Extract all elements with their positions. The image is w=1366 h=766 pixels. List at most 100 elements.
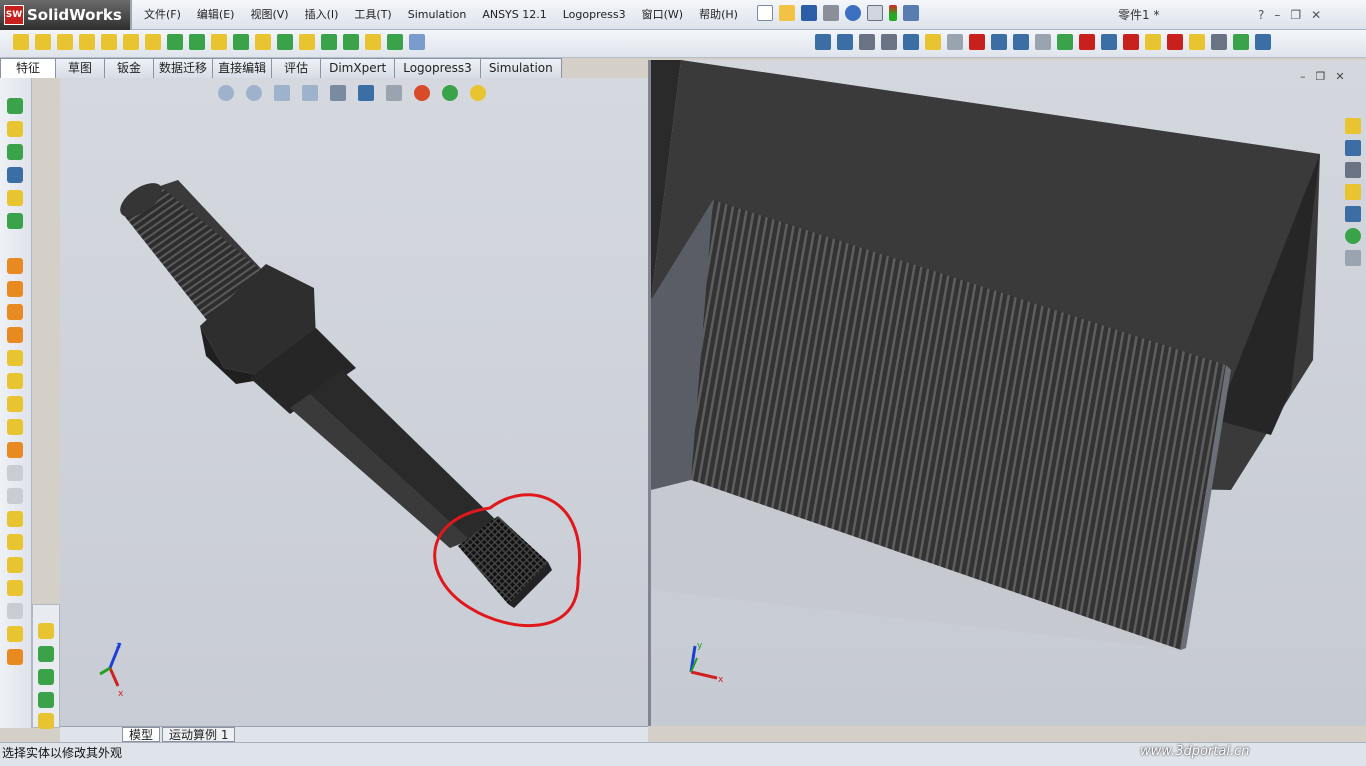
print-icon[interactable] <box>823 5 839 21</box>
viewport-minimize-button[interactable]: – <box>1300 70 1306 83</box>
shell-icon[interactable] <box>189 34 205 50</box>
section-properties-icon[interactable] <box>903 34 919 50</box>
curvature-icon[interactable] <box>1035 34 1051 50</box>
equations-icon[interactable] <box>969 34 985 50</box>
file-explorer-icon[interactable] <box>1345 162 1361 178</box>
menu-file[interactable]: 文件(F) <box>136 0 189 30</box>
menu-help[interactable]: 帮助(H) <box>691 0 746 30</box>
repair-icon[interactable] <box>7 580 23 596</box>
instant3d-icon[interactable] <box>365 34 381 50</box>
plane-icon[interactable] <box>7 442 23 458</box>
menu-tools[interactable]: 工具(T) <box>346 0 399 30</box>
interference-icon[interactable] <box>1057 34 1073 50</box>
tab-simulation[interactable]: Simulation <box>479 58 562 78</box>
viewport-left[interactable]: z x <box>60 78 648 726</box>
ref-axis-icon[interactable] <box>38 646 54 662</box>
custom-properties-icon[interactable] <box>1345 250 1361 266</box>
sweep-icon[interactable] <box>57 34 73 50</box>
menu-edit[interactable]: 编辑(E) <box>189 0 243 30</box>
mate-reference-icon[interactable] <box>38 713 54 729</box>
tab-motion-study[interactable]: 运动算例 1 <box>162 727 236 742</box>
tab-sketch[interactable]: 草图 <box>55 58 106 78</box>
menu-simulation[interactable]: Simulation <box>400 0 475 30</box>
search-icon[interactable] <box>1345 184 1361 200</box>
draft-analysis-icon[interactable] <box>1123 34 1139 50</box>
chamfer-icon[interactable] <box>145 34 161 50</box>
menu-view[interactable]: 视图(V) <box>242 0 296 30</box>
coordinate-system-icon[interactable] <box>38 669 54 685</box>
view-orientation-icon[interactable] <box>330 85 346 101</box>
thickness-icon[interactable] <box>1145 34 1161 50</box>
smart-dimension-icon[interactable] <box>7 121 23 137</box>
section-view-icon[interactable] <box>302 85 318 101</box>
draft-icon[interactable] <box>211 34 227 50</box>
reference-geometry-icon[interactable] <box>321 34 337 50</box>
sketch-tool-icon[interactable] <box>837 34 853 50</box>
deviation-icon[interactable] <box>1013 34 1029 50</box>
shaft-part[interactable] <box>114 176 552 608</box>
appearance-icon[interactable] <box>414 85 430 101</box>
helix-icon[interactable] <box>387 34 403 50</box>
resources-icon[interactable] <box>1345 118 1361 134</box>
convert-icon[interactable] <box>7 350 23 366</box>
zoomed-part[interactable] <box>651 60 1320 650</box>
tab-features[interactable]: 特征 <box>0 58 57 78</box>
offset-icon[interactable] <box>7 281 23 297</box>
spell-check-icon[interactable] <box>815 34 831 50</box>
appearances-icon[interactable] <box>1345 228 1361 244</box>
geometry-analysis-icon[interactable] <box>947 34 963 50</box>
ref-plane-icon[interactable] <box>38 623 54 639</box>
select-pointer-icon[interactable] <box>867 5 883 21</box>
menu-window[interactable]: 窗口(W) <box>634 0 691 30</box>
sigma-icon[interactable] <box>991 34 1007 50</box>
sketch-icon[interactable] <box>7 98 23 114</box>
rebuild-icon[interactable] <box>889 5 897 21</box>
realview-icon[interactable] <box>470 85 486 101</box>
viewport-close-button[interactable]: ✕ <box>1335 70 1344 83</box>
mirror-icon[interactable] <box>299 34 315 50</box>
rotate-icon[interactable] <box>7 419 23 435</box>
design-library-icon[interactable] <box>1345 140 1361 156</box>
more-tools-icon[interactable] <box>1255 34 1271 50</box>
restore-button[interactable]: ❐ <box>1290 8 1301 22</box>
new-document-icon[interactable] <box>757 5 773 21</box>
close-button[interactable]: ✕ <box>1311 8 1321 22</box>
warning-icon[interactable] <box>1189 34 1205 50</box>
part-view-svg[interactable]: z x <box>60 78 648 726</box>
zoom-view-svg[interactable]: x y <box>651 60 1366 726</box>
hide-show-icon[interactable] <box>386 85 402 101</box>
circle-icon[interactable] <box>7 190 23 206</box>
open-folder-icon[interactable] <box>779 5 795 21</box>
parting-line-icon[interactable] <box>1101 34 1117 50</box>
tab-dimxpert[interactable]: DimXpert <box>320 58 396 78</box>
tab-direct-editing[interactable]: 直接编辑 <box>212 58 273 78</box>
trim-icon[interactable] <box>7 304 23 320</box>
curves-icon[interactable] <box>343 34 359 50</box>
rapid-sketch-icon[interactable] <box>7 649 23 665</box>
extend-icon[interactable] <box>7 327 23 343</box>
point-icon[interactable] <box>7 488 23 504</box>
hole-wizard-icon[interactable] <box>233 34 249 50</box>
display-style-icon[interactable] <box>358 85 374 101</box>
quick-snaps-icon[interactable] <box>7 626 23 642</box>
spline-icon[interactable] <box>7 167 23 183</box>
tab-sheet-metal[interactable]: 钣金 <box>104 58 155 78</box>
viewport-restore-button[interactable]: ❐ <box>1316 70 1326 83</box>
measure-icon[interactable] <box>859 34 875 50</box>
undercut-icon[interactable] <box>1079 34 1095 50</box>
fillet-icon[interactable] <box>123 34 139 50</box>
font-icon[interactable] <box>1211 34 1227 50</box>
menu-logopress[interactable]: Logopress3 <box>555 0 634 30</box>
previous-view-icon[interactable] <box>274 85 290 101</box>
tab-model[interactable]: 模型 <box>122 727 161 742</box>
arc-icon[interactable] <box>7 213 23 229</box>
dome-icon[interactable] <box>255 34 271 50</box>
tab-data-migration[interactable]: 数据迁移 <box>153 58 214 78</box>
line-icon[interactable] <box>7 144 23 160</box>
undo-icon[interactable] <box>845 5 861 21</box>
check-icon[interactable] <box>925 34 941 50</box>
zebra-icon[interactable] <box>1167 34 1183 50</box>
rib-icon[interactable] <box>167 34 183 50</box>
tab-logopress[interactable]: Logopress3 <box>394 58 481 78</box>
linear-pattern-icon[interactable] <box>277 34 293 50</box>
